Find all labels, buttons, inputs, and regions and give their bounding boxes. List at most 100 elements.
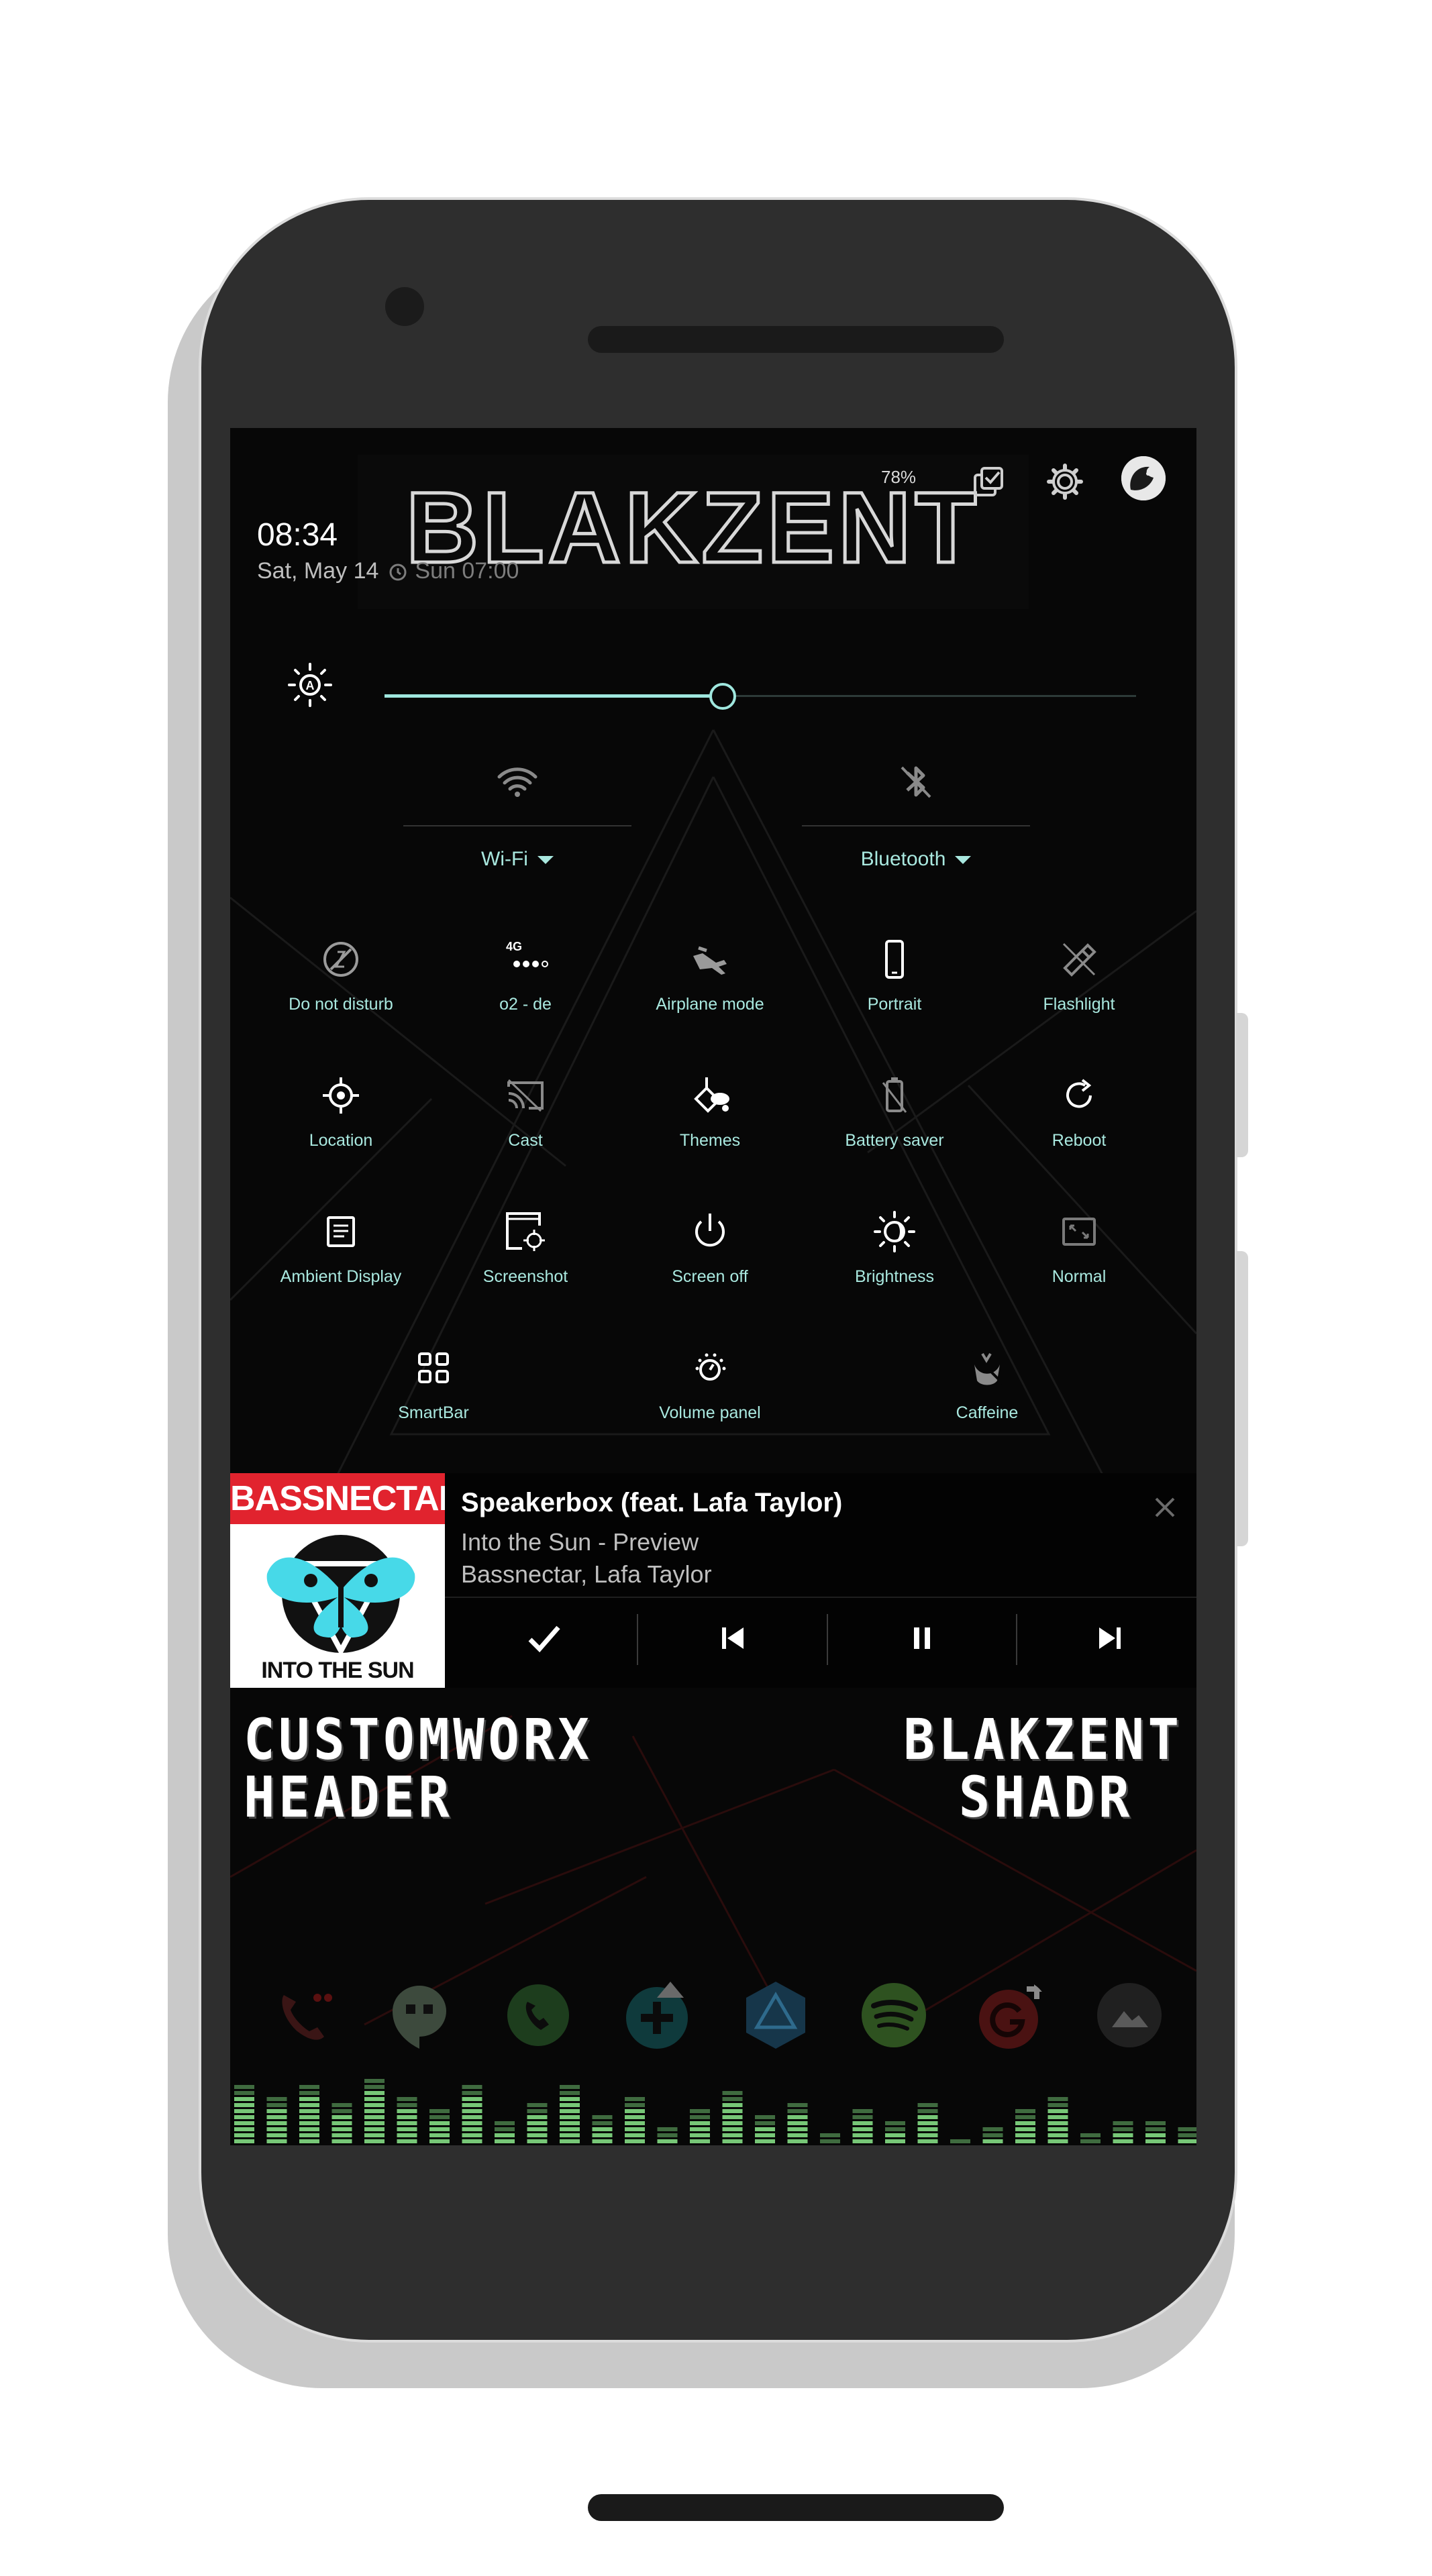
equalizer-segment xyxy=(1047,2109,1068,2113)
equalizer-segment xyxy=(299,2103,319,2107)
tile-mobile-data[interactable]: 4G o2 - de xyxy=(438,936,613,1014)
hangouts-icon[interactable] xyxy=(382,1978,457,2053)
equalizer-segment xyxy=(560,2103,580,2107)
tile-themes[interactable]: Themes xyxy=(623,1072,797,1150)
equalizer-segment xyxy=(234,2115,254,2119)
equalizer-segment xyxy=(690,2109,710,2113)
equalizer-segment xyxy=(787,2115,808,2119)
tile-screen-off[interactable]: Screen off xyxy=(623,1208,797,1287)
clock[interactable]: 08:34 xyxy=(257,517,338,553)
ingress-icon[interactable] xyxy=(738,1978,813,2053)
media-notification[interactable]: BASSNECTAR INTO THE SUN Speakerbox (feat… xyxy=(230,1473,1196,1688)
wifi-label-row[interactable]: Wi-Fi xyxy=(403,848,631,871)
edit-tiles-icon[interactable] xyxy=(968,463,1009,503)
front-camera xyxy=(385,287,424,326)
tile-reboot[interactable]: Reboot xyxy=(992,1072,1166,1150)
power-icon xyxy=(695,1214,725,1247)
spotify-icon[interactable] xyxy=(856,1978,931,2053)
add-app-icon[interactable] xyxy=(619,1978,695,2053)
equalizer-segment xyxy=(722,2127,743,2131)
equalizer-segment xyxy=(462,2127,482,2131)
equalizer-segment xyxy=(234,2097,254,2101)
tile-label: Screenshot xyxy=(482,1267,568,1286)
equalizer-segment xyxy=(234,2091,254,2095)
brightness-slider[interactable] xyxy=(385,683,1136,710)
wallpaper-right-line1: BLAKZENT xyxy=(903,1707,1183,1772)
equalizer-segment xyxy=(1047,2097,1068,2101)
gallery-icon[interactable] xyxy=(1092,1978,1167,2053)
equalizer-segment xyxy=(852,2121,873,2125)
equalizer-segment xyxy=(462,2091,482,2095)
equalizer-segment xyxy=(1145,2133,1166,2137)
tile-cast[interactable]: Cast xyxy=(438,1072,613,1150)
equalizer-segment xyxy=(462,2109,482,2113)
tile-do-not-disturb[interactable]: Do not disturb xyxy=(254,936,428,1014)
equalizer-segment xyxy=(1178,2139,1196,2143)
pause-icon[interactable] xyxy=(902,1618,942,1658)
tile-label: Airplane mode xyxy=(656,995,764,1014)
thumbs-up-check-icon[interactable] xyxy=(523,1618,564,1658)
tile-flashlight[interactable]: Flashlight xyxy=(992,936,1166,1014)
next-track-icon[interactable] xyxy=(1090,1618,1130,1658)
equalizer-segment xyxy=(527,2139,548,2143)
google-plus-icon[interactable] xyxy=(975,1978,1050,2053)
equalizer-segment xyxy=(266,2097,287,2101)
tile-airplane-mode[interactable]: Airplane mode xyxy=(623,936,797,1014)
equalizer-segment xyxy=(429,2139,450,2143)
equalizer-segment xyxy=(657,2133,678,2137)
tile-caffeine[interactable]: Caffeine xyxy=(900,1344,1074,1423)
equalizer-segment xyxy=(364,2121,385,2125)
equalizer-segment xyxy=(1015,2115,1035,2119)
wallpaper-left-line1: CUSTOMWORX xyxy=(244,1707,593,1772)
equalizer-segment xyxy=(299,2091,319,2095)
equalizer-segment xyxy=(917,2109,938,2113)
brightness-thumb[interactable] xyxy=(709,683,736,710)
phone-icon[interactable] xyxy=(264,1978,339,2053)
tile-battery-saver[interactable]: Battery saver xyxy=(807,1072,982,1150)
equalizer-segment xyxy=(690,2121,710,2125)
equalizer-visualizer xyxy=(234,2079,1196,2143)
next-alarm[interactable]: Sun 07:00 xyxy=(388,558,519,584)
tile-portrait[interactable]: Portrait xyxy=(807,936,982,1014)
equalizer-segment xyxy=(852,2139,873,2143)
bluetooth-label-row[interactable]: Bluetooth xyxy=(802,848,1030,871)
equalizer-segment xyxy=(234,2109,254,2113)
tile-smartbar[interactable]: SmartBar xyxy=(346,1344,521,1423)
equalizer-segment xyxy=(1113,2133,1133,2137)
tile-ambient-display[interactable]: Ambient Display xyxy=(254,1208,428,1287)
equalizer-segment xyxy=(1178,2127,1196,2131)
wallpaper-right-line2: SHADR xyxy=(959,1764,1134,1830)
tile-brightness[interactable]: Brightness xyxy=(807,1208,982,1287)
equalizer-segment xyxy=(592,2127,613,2131)
tile-volume-panel[interactable]: Volume panel xyxy=(623,1344,797,1423)
wifi-dropdown-caret[interactable] xyxy=(537,856,554,865)
equalizer-segment xyxy=(1080,2133,1101,2137)
auto-brightness-icon[interactable]: A xyxy=(285,660,335,710)
close-icon[interactable] xyxy=(1148,1491,1182,1524)
wifi-tile[interactable]: Wi-Fi xyxy=(403,758,631,871)
tile-screenshot[interactable]: Screenshot xyxy=(438,1208,613,1287)
equalizer-segment xyxy=(625,2121,645,2125)
equalizer-segment xyxy=(462,2133,482,2137)
whatsapp-icon[interactable] xyxy=(501,1978,576,2053)
tile-normal[interactable]: Normal xyxy=(992,1208,1166,1287)
bluetooth-tile[interactable]: Bluetooth xyxy=(802,758,1030,871)
normal-icon xyxy=(1062,1218,1096,1246)
tile-location[interactable]: Location xyxy=(254,1072,428,1150)
bluetooth-dropdown-caret[interactable] xyxy=(955,856,972,865)
wifi-divider xyxy=(403,825,631,826)
equalizer-segment xyxy=(917,2139,938,2143)
previous-track-icon[interactable] xyxy=(713,1618,753,1658)
equalizer-segment xyxy=(299,2139,319,2143)
user-avatar[interactable] xyxy=(1121,456,1166,500)
equalizer-segment xyxy=(299,2085,319,2089)
equalizer-segment xyxy=(852,2127,873,2131)
signal-icon: 4G xyxy=(506,940,548,967)
settings-gear-icon[interactable] xyxy=(1045,462,1085,502)
equalizer-segment xyxy=(1047,2121,1068,2125)
date[interactable]: Sat, May 14 xyxy=(257,558,378,584)
top-speaker xyxy=(588,326,1004,353)
equalizer-segment xyxy=(1015,2127,1035,2131)
cast-icon xyxy=(507,1079,544,1112)
equalizer-segment xyxy=(1047,2139,1068,2143)
